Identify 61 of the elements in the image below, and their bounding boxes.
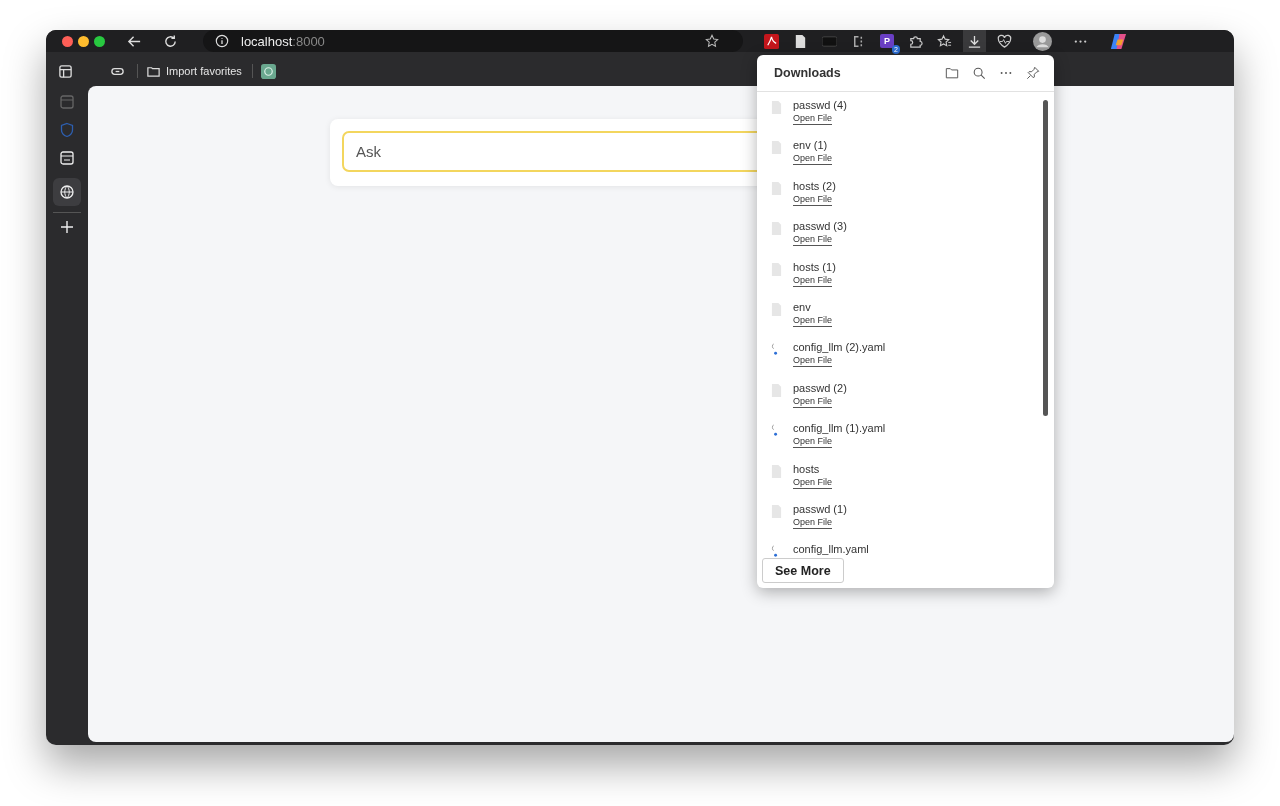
file-icon	[771, 222, 782, 236]
file-icon	[771, 383, 782, 397]
file-name: hosts	[793, 461, 821, 476]
star-icon[interactable]	[705, 34, 719, 48]
open-file-link[interactable]: Open File	[793, 355, 833, 368]
heart-icon[interactable]	[997, 33, 1012, 49]
open-file-link[interactable]: Open File	[793, 234, 833, 247]
puzzle-icon[interactable]	[908, 33, 923, 49]
avatar-icon[interactable]	[1033, 31, 1052, 51]
search-icon[interactable]	[972, 66, 986, 80]
file-icon	[771, 504, 782, 518]
file-name: env	[793, 299, 812, 314]
open-file-link[interactable]: Open File	[793, 274, 833, 287]
file-name: hosts (2)	[793, 178, 836, 193]
chat-favicon-icon[interactable]	[260, 63, 276, 79]
folder-icon[interactable]	[945, 66, 959, 80]
file-icon	[771, 141, 782, 155]
pin-icon[interactable]	[1026, 66, 1040, 80]
open-file-link[interactable]: Open File	[793, 314, 833, 327]
file-icon	[771, 262, 782, 276]
reload-icon[interactable]	[163, 33, 178, 49]
downloads-button[interactable]	[963, 30, 986, 52]
minimize-button[interactable]	[78, 35, 89, 47]
scrollbar[interactable]	[1043, 100, 1048, 416]
zoom-button[interactable]	[94, 35, 105, 47]
open-file-link[interactable]: Open File	[793, 476, 833, 489]
file-name: config_llm.yaml	[793, 542, 869, 557]
file-icon	[771, 302, 782, 316]
download-icon	[967, 33, 982, 49]
globe-button[interactable]	[53, 178, 81, 206]
address-bar[interactable]: localhost:8000	[203, 30, 743, 52]
file-name: env (1)	[793, 138, 829, 153]
open-file-link[interactable]: Open File	[793, 436, 833, 449]
tabs-icon[interactable]	[58, 63, 73, 79]
url-text: localhost:8000	[241, 33, 326, 49]
open-file-link[interactable]: Open File	[793, 113, 833, 125]
letter-extension-icon[interactable]: P	[880, 34, 894, 48]
open-file-link[interactable]: Open File	[793, 193, 833, 206]
close-button[interactable]	[62, 35, 73, 47]
document-extension-icon[interactable]	[793, 33, 808, 49]
file-name: passwd (4)	[793, 98, 847, 112]
file-name: passwd (2)	[793, 380, 847, 395]
pdf-extension-icon[interactable]	[764, 33, 779, 49]
favorites-icon[interactable]	[937, 33, 952, 49]
file-name: passwd (3)	[793, 219, 847, 234]
add-icon[interactable]	[59, 219, 75, 235]
open-file-link[interactable]: Open File	[793, 516, 833, 529]
file-name: config_llm (2).yaml	[793, 340, 886, 355]
file-name: passwd (1)	[793, 501, 847, 516]
import-favorites-button[interactable]: Import favorites	[146, 63, 242, 79]
open-file-link[interactable]: Open File	[793, 395, 833, 408]
file-icon	[771, 464, 782, 478]
globe-icon	[59, 184, 75, 200]
open-file-link[interactable]: Open File	[793, 153, 833, 166]
file-icon	[771, 181, 782, 195]
file-name: config_llm (1).yaml	[793, 421, 886, 436]
file-icon	[771, 101, 782, 114]
panel-title: Downloads	[774, 66, 842, 80]
see-more-button[interactable]: See More	[762, 558, 844, 583]
info-icon[interactable]	[215, 34, 229, 48]
file-name: hosts (1)	[793, 259, 836, 274]
